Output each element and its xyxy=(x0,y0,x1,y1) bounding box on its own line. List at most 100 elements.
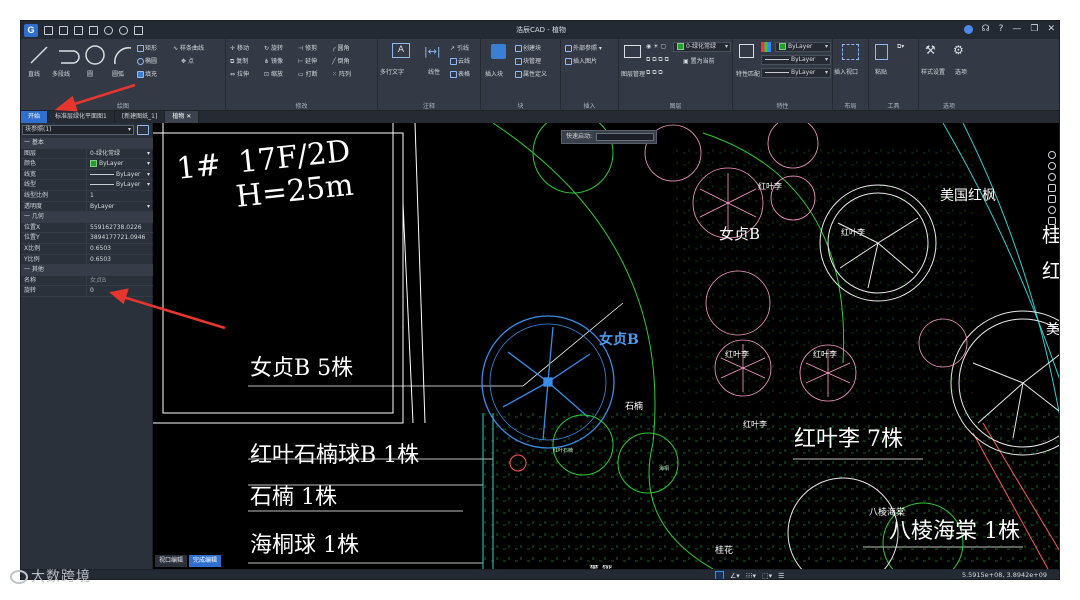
extend-button[interactable]: ⊢ 延伸 xyxy=(298,56,317,65)
viewport-icon[interactable] xyxy=(842,44,859,60)
tab-floor-plan[interactable]: 标准层绿化平面图1 xyxy=(48,111,115,123)
insert-viewport-button[interactable]: 插入视口 xyxy=(834,67,858,76)
tool-extra-icons[interactable]: ⧉▾ xyxy=(897,43,904,51)
property-value[interactable]: ByLayer xyxy=(87,170,153,179)
navbar-menu-icon[interactable] xyxy=(1048,217,1056,225)
hatch-button[interactable]: 填充 xyxy=(137,69,157,78)
tab-plants[interactable]: 植物 ✕ xyxy=(165,111,200,123)
property-value[interactable]: ByLayer xyxy=(87,159,153,169)
options-button[interactable]: 选项 xyxy=(955,67,967,76)
match-properties-button[interactable]: 特性匹配 xyxy=(736,69,760,78)
save-as-icon[interactable] xyxy=(89,25,98,35)
zoom-extents-icon[interactable] xyxy=(1048,195,1056,203)
chamfer-button[interactable]: ╱ 倒角 xyxy=(332,56,350,65)
zoom-in-icon[interactable] xyxy=(1048,162,1056,170)
status-menu-icon[interactable]: ☰ xyxy=(778,572,784,580)
block-manager-button[interactable]: 块管理 xyxy=(515,56,541,65)
layer-tools-row[interactable]: ⧉ ⧉ ⧉ ⧉ xyxy=(646,56,669,64)
tab-start[interactable]: 开始 xyxy=(21,111,49,123)
style-settings-button[interactable]: 样式设置 xyxy=(921,67,945,76)
polar-angle-icon[interactable]: ∠▾ xyxy=(730,572,740,580)
dimension-icon[interactable]: |↔| xyxy=(424,45,441,58)
layer-manager-icon[interactable] xyxy=(624,45,641,58)
new-file-icon[interactable] xyxy=(44,25,53,35)
property-value[interactable]: 0 xyxy=(87,286,153,296)
zoom-window-icon[interactable] xyxy=(1048,184,1056,192)
xref-button[interactable]: 外部参照 ▾ xyxy=(565,43,602,52)
arc-button[interactable]: 圆弧 xyxy=(112,69,124,78)
property-value[interactable]: 1 xyxy=(87,191,153,201)
app-logo-icon[interactable]: G xyxy=(24,23,38,37)
insert-block-icon[interactable] xyxy=(491,44,506,59)
redo-icon[interactable] xyxy=(119,25,128,35)
move-button[interactable]: ✛ 移动 xyxy=(230,43,249,52)
copy-button[interactable]: ⧉ 复制 xyxy=(230,56,248,66)
restore-icon[interactable]: ❐ xyxy=(1030,24,1038,34)
property-value[interactable]: 0.6503 xyxy=(87,255,153,265)
property-value[interactable]: 女贞B xyxy=(87,276,153,286)
mtext-button[interactable]: 多行文字 xyxy=(380,67,404,76)
mirror-button[interactable]: ⋔ 镜像 xyxy=(264,56,283,65)
zoom-out-icon[interactable] xyxy=(1048,173,1056,181)
break-button[interactable]: ▭ 打断 xyxy=(298,69,318,78)
match-properties-icon[interactable] xyxy=(739,44,754,58)
undo-icon[interactable] xyxy=(104,25,113,35)
quick-command-input[interactable] xyxy=(596,133,654,141)
close-icon[interactable]: ✕ xyxy=(1047,24,1055,34)
rect-button[interactable]: 矩形 xyxy=(137,43,157,52)
stretch-button[interactable]: ⇔ 拉伸 xyxy=(230,69,249,78)
set-current-button[interactable]: ▣ 置为当前 xyxy=(683,56,715,65)
paste-button[interactable]: 粘贴 xyxy=(875,67,887,76)
quick-command-box[interactable]: 快速启动: xyxy=(561,130,657,144)
point-button[interactable]: ✥ 点 xyxy=(181,56,194,65)
gear-icon[interactable]: ⚙ xyxy=(953,43,964,57)
circle-button[interactable]: 圆 xyxy=(87,69,93,78)
selection-dropdown[interactable]: 块参照(1) xyxy=(22,125,134,135)
drawing-canvas[interactable]: 1# 17F/2D H=25m 女贞B 5株 红叶石楠球B 1株 石楠 1株 海桐… xyxy=(153,123,1059,569)
wrench-icon[interactable]: ⚒ xyxy=(925,43,936,57)
finish-edit-button[interactable]: 完成编辑 xyxy=(189,555,222,567)
color-wheel-icon[interactable] xyxy=(761,42,771,52)
quick-select-icon[interactable] xyxy=(137,125,149,135)
draw-tools-icons[interactable] xyxy=(27,43,137,67)
help-icon[interactable]: ? xyxy=(999,24,1004,34)
print-icon[interactable] xyxy=(134,25,143,35)
layer-combo[interactable]: 0-绿化常绿 xyxy=(673,42,731,52)
fillet-button[interactable]: ╭ 圆角 xyxy=(332,43,350,52)
user-icon[interactable] xyxy=(963,24,973,34)
array-button[interactable]: ⁙ 阵列 xyxy=(332,69,351,78)
rotate-button[interactable]: ↻ 旋转 xyxy=(264,43,283,52)
open-file-icon[interactable] xyxy=(59,25,68,35)
layer-manager-button[interactable]: 图层管理 xyxy=(621,69,645,78)
property-value[interactable]: 0-绿化常绿 xyxy=(87,149,153,159)
mtext-icon[interactable]: A xyxy=(392,43,410,58)
table-button[interactable]: 表格 xyxy=(450,69,470,78)
model-space-icon[interactable] xyxy=(715,571,724,579)
insert-image-button[interactable]: 插入图片 xyxy=(565,56,597,65)
insert-block-button[interactable]: 插入块 xyxy=(485,69,503,78)
dimension-button[interactable]: 线性 xyxy=(428,67,440,76)
cloud-button[interactable]: 云线 xyxy=(450,56,470,65)
create-block-button[interactable]: 创建块 xyxy=(515,43,541,52)
property-value[interactable]: 559162738.0226 xyxy=(87,223,153,233)
linetype-combo[interactable]: ByLayer xyxy=(761,55,831,65)
pan-icon[interactable] xyxy=(1048,151,1056,159)
viewport-edit-button[interactable]: 视口编辑 xyxy=(155,555,188,567)
property-value[interactable]: ByLayer xyxy=(87,180,153,190)
line-button[interactable]: 直线 xyxy=(28,69,40,78)
lineweight-combo[interactable]: ByLayer xyxy=(761,68,831,78)
property-value[interactable]: 0.6503 xyxy=(87,244,153,254)
polyline-button[interactable]: 多段线 xyxy=(52,69,70,78)
paste-icon[interactable] xyxy=(875,44,888,60)
save-icon[interactable] xyxy=(74,25,83,35)
minimize-icon[interactable]: — xyxy=(1012,24,1021,34)
tab-close-icon[interactable]: ✕ xyxy=(186,113,191,120)
object-snap-icon[interactable]: ⬚▾ xyxy=(762,572,772,580)
attribute-def-button[interactable]: 属性定义 xyxy=(515,69,547,78)
grid-snap-icon[interactable]: ⁝⁝⁝▾ xyxy=(746,572,756,580)
headset-icon[interactable]: ☊ xyxy=(982,24,990,34)
property-value[interactable]: 3894177721.0946 xyxy=(87,233,153,243)
orbit-icon[interactable] xyxy=(1048,206,1056,214)
layer-tools-row-2[interactable]: ⧉ ⧉ ⧉ xyxy=(646,69,663,77)
spline-button[interactable]: ∿ 样条曲线 xyxy=(173,43,204,52)
